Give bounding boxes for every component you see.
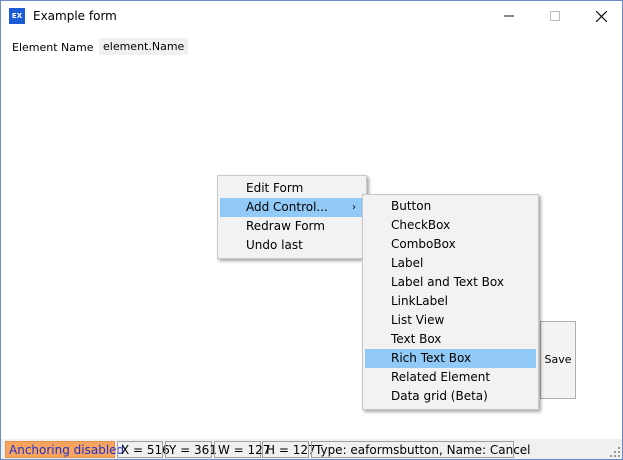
app-icon: EX — [9, 8, 25, 24]
resize-grip-icon[interactable] — [610, 447, 620, 457]
submenu-item-button[interactable]: Button — [365, 197, 536, 216]
minimize-button[interactable] — [486, 1, 532, 32]
menu-item-redraw-form[interactable]: Redraw Form — [220, 217, 364, 236]
maximize-button[interactable] — [532, 1, 578, 32]
save-button[interactable]: Save — [540, 321, 576, 399]
add-control-submenu: Button CheckBox ComboBox Label Label and… — [362, 194, 539, 410]
element-name-value[interactable]: element.Name — [99, 38, 189, 55]
submenu-item-combobox[interactable]: ComboBox — [365, 235, 536, 254]
submenu-item-label-and-text-box[interactable]: Label and Text Box — [365, 273, 536, 292]
chevron-right-icon: › — [352, 202, 356, 213]
form-window: EX Example form Element Name element.Nam… — [0, 0, 623, 460]
menu-item-add-control[interactable]: Add Control... › — [220, 198, 364, 217]
submenu-item-text-box[interactable]: Text Box — [365, 330, 536, 349]
submenu-item-rich-text-box[interactable]: Rich Text Box — [365, 349, 536, 368]
close-button[interactable] — [578, 1, 622, 32]
maximize-icon — [550, 11, 560, 21]
title-bar[interactable]: EX Example form — [1, 1, 622, 32]
status-w: W = 127 — [214, 441, 270, 458]
submenu-item-data-grid[interactable]: Data grid (Beta) — [365, 387, 536, 406]
status-h: H = 127 — [262, 441, 316, 458]
minimize-icon — [504, 15, 514, 17]
submenu-item-label[interactable]: Label — [365, 254, 536, 273]
menu-item-undo-last[interactable]: Undo last — [220, 236, 364, 255]
submenu-item-list-view[interactable]: List View — [365, 311, 536, 330]
submenu-item-checkbox[interactable]: CheckBox — [365, 216, 536, 235]
status-bar: Anchoring disabled X = 516 Y = 361 W = 1… — [1, 439, 622, 459]
close-icon — [595, 10, 607, 23]
status-element-info: Type: eaformsbutton, Name: Cancel — [311, 441, 531, 458]
submenu-item-linklabel[interactable]: LinkLabel — [365, 292, 536, 311]
menu-item-add-control-label: Add Control... — [246, 200, 328, 214]
context-menu: Edit Form Add Control... › Redraw Form U… — [217, 175, 367, 259]
status-x: X = 516 — [117, 441, 170, 458]
status-y: Y = 361 — [165, 441, 217, 458]
window-title: Example form — [33, 9, 117, 23]
submenu-item-related-element[interactable]: Related Element — [365, 368, 536, 387]
menu-item-edit-form[interactable]: Edit Form — [220, 179, 364, 198]
anchoring-status[interactable]: Anchoring disabled — [5, 441, 124, 458]
element-name-label: Element Name — [12, 41, 94, 54]
